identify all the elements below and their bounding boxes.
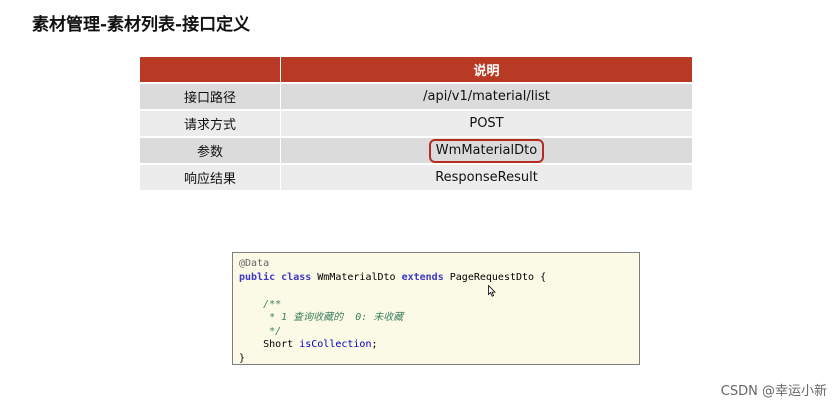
field-name: isCollection bbox=[299, 339, 372, 350]
highlight-box: WmMaterialDto bbox=[428, 138, 545, 163]
row-value: POST bbox=[281, 111, 692, 136]
keyword: class bbox=[281, 271, 312, 283]
code-line-annotation: @Data bbox=[239, 258, 270, 269]
code-line-comment: /** bbox=[239, 298, 282, 310]
row-label: 参数 bbox=[140, 138, 280, 163]
table-row: 响应结果 ResponseResult bbox=[140, 165, 692, 190]
code-line-close: } bbox=[239, 352, 246, 364]
code-line-comment: */ bbox=[239, 325, 282, 337]
table-row: 参数 WmMaterialDto bbox=[140, 138, 692, 163]
row-label: 请求方式 bbox=[140, 111, 280, 136]
watermark: CSDN @幸运小新 bbox=[720, 384, 827, 399]
table-header-cell: 说明 bbox=[281, 57, 692, 82]
class-name: WmMaterialDto bbox=[311, 271, 402, 283]
field-type: Short bbox=[239, 339, 300, 350]
row-value: /api/v1/material/list bbox=[281, 84, 692, 109]
code-line-class-decl: public class WmMaterialDto extends PageR… bbox=[239, 271, 633, 285]
code-snippet: @Data public class WmMaterialDto extends… bbox=[232, 252, 640, 365]
keyword: public bbox=[239, 271, 276, 283]
code-line-comment: * 1 查询收藏的 0: 未收藏 bbox=[239, 312, 404, 323]
page-title: 素材管理-素材列表-接口定义 bbox=[32, 15, 251, 35]
keyword: extends bbox=[401, 271, 444, 283]
table-header-cell bbox=[140, 57, 280, 82]
superclass: PageRequestDto { bbox=[443, 271, 547, 283]
row-label: 接口路径 bbox=[140, 84, 280, 109]
row-value: ResponseResult bbox=[281, 165, 692, 190]
semicolon: ; bbox=[371, 339, 378, 350]
table-row: 请求方式 POST bbox=[140, 111, 692, 136]
table-header-row: 说明 bbox=[140, 57, 692, 82]
api-definition-table: 说明 接口路径 /api/v1/material/list 请求方式 POST … bbox=[140, 55, 692, 192]
table-row: 接口路径 /api/v1/material/list bbox=[140, 84, 692, 109]
row-value-highlighted: WmMaterialDto bbox=[281, 138, 692, 163]
mouse-pointer-icon bbox=[488, 285, 496, 297]
row-label: 响应结果 bbox=[140, 165, 280, 190]
code-line-field: Short isCollection; bbox=[239, 338, 633, 352]
